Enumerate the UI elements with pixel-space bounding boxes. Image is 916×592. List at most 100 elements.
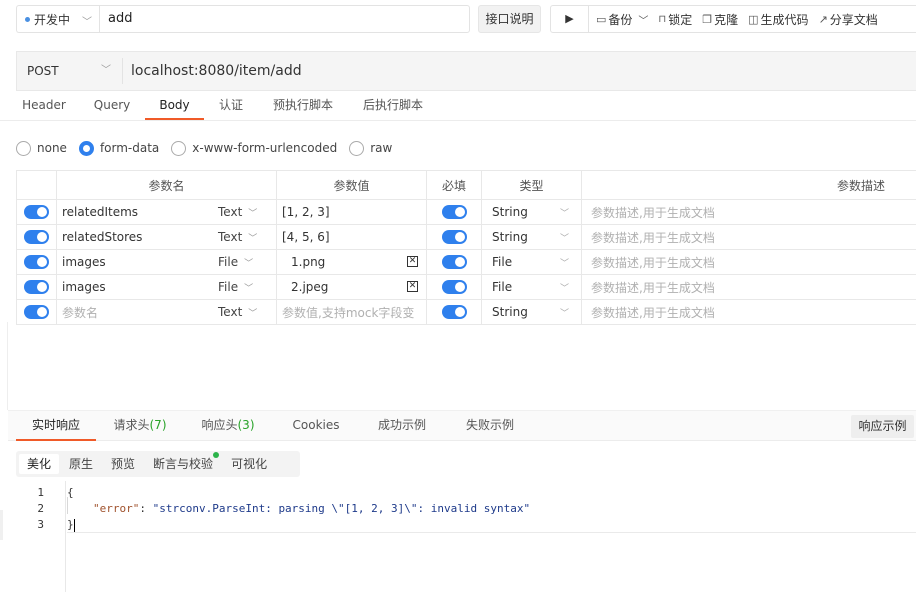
radio-circle — [78, 140, 94, 156]
tab-raw[interactable]: 原生 — [61, 454, 101, 474]
response-body-editor[interactable]: 1 2 3 { "error": "strconv.ParseInt: pars… — [0, 481, 916, 592]
file-value-cell[interactable]: 1.png ✕ — [277, 250, 427, 274]
tab-cookies[interactable]: Cookies — [282, 411, 350, 441]
enable-toggle[interactable] — [24, 305, 49, 319]
description-input[interactable]: 参数描述,用于生成文档 — [582, 275, 916, 299]
tab-success-example[interactable]: 成功示例 — [370, 411, 434, 441]
description-input[interactable]: 参数描述,用于生成文档 — [582, 200, 916, 224]
chevron-down-icon: ﹀ — [82, 17, 92, 28]
clone-icon: ❐ — [702, 12, 713, 26]
param-value[interactable]: [1, 2, 3] — [277, 200, 427, 224]
required-toggle-cell — [427, 225, 482, 249]
remove-file-icon[interactable]: ✕ — [407, 256, 418, 267]
response-example-button[interactable]: 响应示例 — [851, 415, 914, 438]
enable-toggle[interactable] — [24, 255, 49, 269]
param-kind-select[interactable]: File ﹀ — [218, 250, 253, 274]
file-value-cell[interactable]: 2.jpeg ✕ — [277, 275, 427, 299]
tab-body[interactable]: Body — [145, 92, 204, 120]
radio-form-data[interactable]: form-data — [78, 140, 159, 156]
type-select[interactable]: File ﹀ — [482, 275, 582, 299]
tab-pre-script[interactable]: 预执行脚本 — [264, 92, 342, 120]
enable-toggle[interactable] — [24, 280, 49, 294]
tab-realtime-response[interactable]: 实时响应 — [16, 411, 96, 441]
table-row: images File ﹀ 2.jpeg ✕ File ﹀ 参数描述,用于生成文档 — [17, 275, 916, 300]
param-name: relatedStores — [62, 230, 143, 244]
lock-button[interactable]: ⊓ 锁定 — [653, 11, 697, 28]
param-kind-select[interactable]: Text ﹀ — [218, 225, 257, 249]
tab-preview[interactable]: 预览 — [103, 454, 143, 474]
params-table: 参数名 参数值 必填 类型 参数描述 relatedItems Text ﹀ [1… — [16, 170, 916, 325]
required-toggle[interactable] — [441, 230, 467, 244]
radio-circle — [16, 140, 31, 156]
share-doc-button[interactable]: ↗ 分享文档 — [814, 11, 883, 28]
required-toggle[interactable] — [441, 280, 467, 294]
share-doc-label: 分享文档 — [829, 12, 878, 27]
param-value-placeholder[interactable]: 参数值,支持mock字段变 — [277, 300, 427, 324]
type-select[interactable]: File ﹀ — [482, 250, 582, 274]
request-tabs: Header Query Body 认证 预执行脚本 后执行脚本 — [0, 92, 916, 121]
json-value: "strconv.ParseInt: parsing \"[1, 2, 3]\"… — [152, 502, 531, 515]
param-kind-select[interactable]: Text ﹀ — [218, 300, 257, 324]
generate-code-button[interactable]: ◫ 生成代码 — [743, 11, 813, 28]
clone-label: 克隆 — [714, 12, 739, 27]
param-kind-select[interactable]: File ﹀ — [218, 275, 253, 299]
param-name: images — [62, 255, 106, 269]
tab-label: 响应头 — [201, 418, 238, 432]
required-toggle[interactable] — [441, 205, 467, 219]
api-name-input[interactable]: add — [99, 5, 470, 33]
type-label: String — [492, 230, 528, 244]
required-toggle[interactable] — [441, 305, 467, 319]
radio-circle — [171, 140, 187, 156]
param-name-cell[interactable]: images File ﹀ — [57, 275, 277, 299]
param-kind-label: Text — [218, 230, 243, 244]
table-row: relatedStores Text ﹀ [4, 5, 6] String ﹀ 参数… — [17, 225, 916, 250]
enable-toggle[interactable] — [24, 205, 49, 219]
lock-label: 锁定 — [668, 12, 693, 27]
param-value[interactable]: [4, 5, 6] — [277, 225, 427, 249]
remove-file-icon[interactable]: ✕ — [407, 281, 418, 292]
description-input[interactable]: 参数描述,用于生成文档 — [582, 225, 916, 249]
type-select[interactable]: String ﹀ — [482, 200, 582, 224]
radio-label: x-www-form-urlencoded — [192, 141, 338, 155]
line-number: 2 — [37, 502, 44, 515]
radio-none[interactable]: none — [16, 140, 67, 156]
tab-auth[interactable]: 认证 — [211, 92, 251, 120]
enable-toggle-cell — [17, 275, 57, 299]
type-select[interactable]: String ﹀ — [482, 225, 582, 249]
tab-visualize[interactable]: 可视化 — [223, 454, 275, 474]
clone-button[interactable]: ❐ 克隆 — [697, 11, 743, 28]
code-icon: ◫ — [748, 12, 759, 26]
required-toggle[interactable] — [441, 255, 467, 269]
type-select[interactable]: String ﹀ — [482, 300, 582, 324]
backup-label: 备份 — [608, 12, 633, 27]
tab-failure-example[interactable]: 失败示例 — [458, 411, 522, 441]
param-name-cell[interactable]: 参数名 Text ﹀ — [57, 300, 277, 324]
description-input[interactable]: 参数描述,用于生成文档 — [582, 300, 916, 324]
header-param-name: 参数名 — [57, 171, 277, 199]
tab-response-headers[interactable]: 响应头(3) — [192, 411, 264, 441]
chevron-down-icon[interactable]: ﹀ — [638, 12, 648, 27]
tab-request-headers[interactable]: 请求头(7) — [104, 411, 176, 441]
url-input[interactable]: localhost:8080/item/add — [131, 52, 302, 90]
param-name-cell[interactable]: relatedItems Text ﹀ — [57, 200, 277, 224]
tab-query[interactable]: Query — [86, 92, 138, 120]
param-name-cell[interactable]: images File ﹀ — [57, 250, 277, 274]
radio-x-www-form-urlencoded[interactable]: x-www-form-urlencoded — [171, 140, 338, 156]
share-icon: ↗ — [818, 12, 828, 26]
environment-select[interactable]: 开发中 ﹀ — [16, 5, 100, 33]
description-input[interactable]: 参数描述,用于生成文档 — [582, 250, 916, 274]
radio-circle — [349, 140, 365, 156]
run-button[interactable]: ▶ — [551, 6, 589, 32]
radio-raw[interactable]: raw — [349, 140, 392, 156]
tab-assertions[interactable]: 断言与校验 — [145, 452, 221, 474]
backup-button[interactable]: ▭ 备份 ﹀ — [589, 11, 653, 28]
tab-post-script[interactable]: 后执行脚本 — [354, 92, 432, 120]
tab-header[interactable]: Header — [16, 92, 72, 120]
api-doc-button[interactable]: 接口说明 — [478, 5, 541, 33]
param-name-cell[interactable]: relatedStores Text ﹀ — [57, 225, 277, 249]
param-kind-select[interactable]: Text ﹀ — [218, 200, 257, 224]
param-name: images — [62, 280, 106, 294]
tab-pretty[interactable]: 美化 — [19, 454, 60, 474]
type-label: File — [492, 280, 513, 294]
enable-toggle[interactable] — [24, 230, 49, 244]
